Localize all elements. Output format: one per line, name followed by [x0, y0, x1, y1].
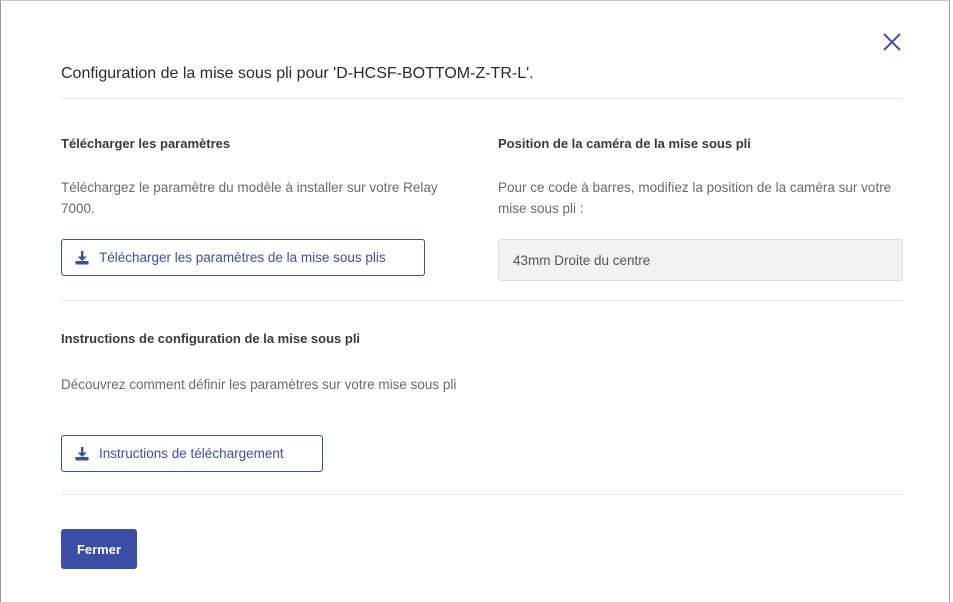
instructions-description: Découvrez comment définir les paramètres…: [61, 377, 457, 392]
close-dialog-button[interactable]: Fermer: [61, 529, 137, 569]
title-divider: [61, 98, 903, 99]
download-instructions-button[interactable]: Instructions de téléchargement: [61, 435, 323, 472]
instructions-heading: Instructions de configuration de la mise…: [61, 331, 361, 346]
download-icon: [75, 250, 89, 264]
download-icon: [75, 446, 89, 460]
dialog-title: Configuration de la mise sous pli pour '…: [61, 65, 534, 82]
download-settings-heading: Télécharger les paramètres: [61, 136, 231, 151]
download-settings-button-label: Télécharger les paramètres de la mise so…: [99, 250, 386, 265]
download-settings-button[interactable]: Télécharger les paramètres de la mise so…: [61, 239, 425, 276]
footer-divider: [61, 494, 903, 495]
configuration-dialog: Configuration de la mise sous pli pour '…: [0, 0, 950, 602]
section-divider: [61, 300, 903, 301]
camera-position-field: 43mm Droite du centre: [498, 239, 903, 281]
camera-position-value: 43mm Droite du centre: [513, 252, 651, 268]
download-instructions-button-label: Instructions de téléchargement: [99, 446, 284, 461]
close-button[interactable]: [879, 29, 905, 55]
camera-position-description: Pour ce code à barres, modifiez la posit…: [498, 180, 892, 216]
close-icon: [883, 33, 901, 51]
camera-position-heading: Position de la caméra de la mise sous pl…: [498, 136, 751, 151]
download-settings-description: Téléchargez le paramètre du modèle à ins…: [61, 180, 438, 216]
